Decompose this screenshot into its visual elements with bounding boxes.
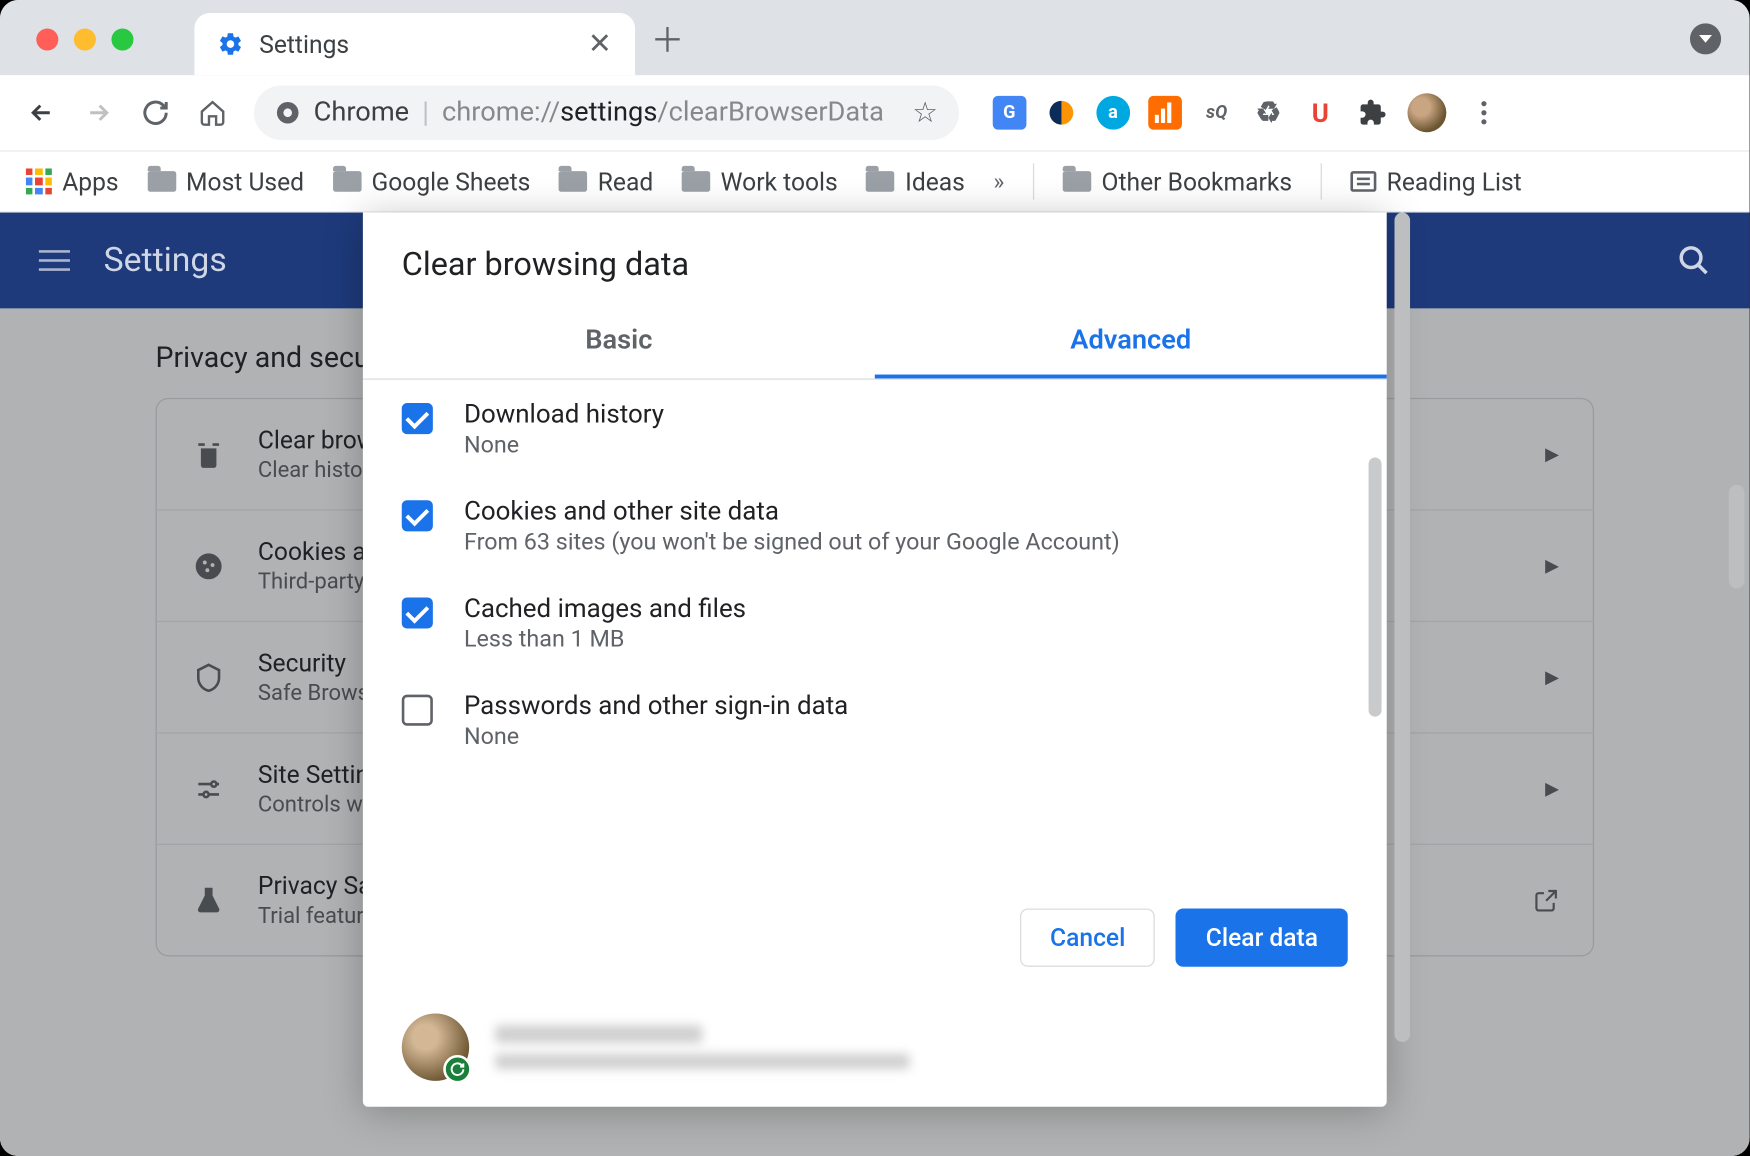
dialog-options: Download historyNone Cookies and other s… bbox=[363, 380, 1387, 883]
tab-list-button[interactable] bbox=[1690, 23, 1721, 54]
new-tab-button[interactable]: ＋ bbox=[651, 14, 685, 75]
option-download-history[interactable]: Download historyNone bbox=[363, 380, 1387, 477]
bookmarks-bar: Apps Most Used Google Sheets Read Work t… bbox=[0, 150, 1750, 212]
redacted-name bbox=[495, 1025, 702, 1043]
checkbox[interactable] bbox=[402, 500, 433, 531]
bookmarks-overflow-button[interactable]: » bbox=[993, 168, 1004, 195]
omnibox-url: chrome://settings/clearBrowserData bbox=[442, 97, 884, 128]
option-cached-files[interactable]: Cached images and filesLess than 1 MB bbox=[363, 574, 1387, 671]
checkbox[interactable] bbox=[402, 403, 433, 434]
home-button[interactable] bbox=[189, 89, 236, 136]
omnibox-origin-label: Chrome bbox=[314, 97, 409, 128]
bookmark-star-button[interactable]: ☆ bbox=[912, 97, 938, 129]
extensions-button[interactable] bbox=[1355, 96, 1389, 130]
avatar bbox=[402, 1013, 469, 1080]
option-cookies[interactable]: Cookies and other site dataFrom 63 sites… bbox=[363, 477, 1387, 574]
toolbar: Chrome | chrome://settings/clearBrowserD… bbox=[0, 75, 1750, 150]
extension-translate-icon[interactable]: G bbox=[992, 96, 1026, 130]
tab-basic[interactable]: Basic bbox=[363, 307, 875, 378]
page-title: Settings bbox=[104, 241, 227, 280]
extension-analytics-icon[interactable] bbox=[1148, 96, 1182, 130]
address-bar[interactable]: Chrome | chrome://settings/clearBrowserD… bbox=[254, 86, 959, 140]
bookmark-folder[interactable]: Ideas bbox=[866, 167, 965, 197]
bookmark-folder[interactable]: Read bbox=[559, 167, 653, 197]
folder-icon bbox=[559, 171, 588, 192]
extension-similarweb-icon[interactable] bbox=[1044, 96, 1078, 130]
settings-page: Settings Privacy and security Clear brow… bbox=[0, 213, 1750, 1156]
folder-icon bbox=[866, 171, 895, 192]
close-tab-button[interactable]: ✕ bbox=[588, 28, 612, 60]
list-icon bbox=[1350, 171, 1376, 192]
checkbox[interactable] bbox=[402, 695, 433, 726]
gear-icon bbox=[218, 31, 244, 57]
bookmark-folder[interactable]: Google Sheets bbox=[333, 167, 531, 197]
folder-icon bbox=[682, 171, 711, 192]
profile-row bbox=[363, 993, 1387, 1107]
apps-shortcut[interactable]: Apps bbox=[26, 167, 119, 197]
search-button[interactable] bbox=[1677, 244, 1711, 278]
browser-tab[interactable]: Settings ✕ bbox=[194, 13, 635, 75]
extension-recycle-icon[interactable]: ♻ bbox=[1252, 96, 1286, 130]
profile-avatar-button[interactable] bbox=[1407, 93, 1446, 132]
other-bookmarks-button[interactable]: Other Bookmarks bbox=[1063, 167, 1292, 197]
dialog-title: Clear browsing data bbox=[363, 213, 1387, 308]
browser-window: Settings ✕ ＋ Chrome | chrome://settings/… bbox=[0, 0, 1750, 1156]
scrollbar[interactable] bbox=[1394, 213, 1410, 1042]
close-window-button[interactable] bbox=[36, 29, 58, 51]
maximize-window-button[interactable] bbox=[111, 29, 133, 51]
menu-button[interactable] bbox=[39, 250, 70, 271]
option-passwords[interactable]: Passwords and other sign-in dataNone bbox=[363, 671, 1387, 768]
chevron-down-icon bbox=[1690, 23, 1721, 54]
cancel-button[interactable]: Cancel bbox=[1020, 908, 1155, 966]
tab-title: Settings bbox=[259, 29, 349, 59]
dialog-actions: Cancel Clear data bbox=[363, 883, 1387, 993]
clear-data-button[interactable]: Clear data bbox=[1176, 908, 1348, 966]
bookmark-folder[interactable]: Work tools bbox=[682, 167, 838, 197]
redacted-email bbox=[495, 1054, 910, 1070]
reading-list-button[interactable]: Reading List bbox=[1350, 167, 1521, 197]
forward-button[interactable] bbox=[75, 89, 122, 136]
reload-button[interactable] bbox=[132, 89, 179, 136]
scrollbar[interactable] bbox=[1369, 457, 1382, 716]
extension-u-icon[interactable]: U bbox=[1303, 96, 1337, 130]
browser-menu-button[interactable] bbox=[1464, 101, 1503, 124]
extension-sq-icon[interactable]: sQ bbox=[1200, 96, 1234, 130]
bookmark-folder[interactable]: Most Used bbox=[147, 167, 304, 197]
page-scrollbar[interactable] bbox=[1729, 485, 1745, 589]
folder-icon bbox=[333, 171, 362, 192]
clear-browsing-data-dialog: Clear browsing data Basic Advanced Downl… bbox=[363, 213, 1387, 1107]
dialog-tabs: Basic Advanced bbox=[363, 307, 1387, 380]
extension-amazon-icon[interactable]: a bbox=[1096, 96, 1130, 130]
checkbox[interactable] bbox=[402, 597, 433, 628]
extensions-area: G a sQ ♻ U bbox=[992, 93, 1503, 132]
chrome-icon bbox=[275, 100, 301, 126]
titlebar: Settings ✕ ＋ bbox=[0, 0, 1750, 75]
apps-icon bbox=[26, 168, 52, 194]
folder-icon bbox=[147, 171, 176, 192]
minimize-window-button[interactable] bbox=[74, 29, 96, 51]
back-button[interactable] bbox=[18, 89, 65, 136]
sync-icon bbox=[443, 1055, 472, 1084]
window-controls bbox=[36, 29, 133, 51]
tab-advanced[interactable]: Advanced bbox=[875, 307, 1387, 378]
folder-icon bbox=[1063, 171, 1092, 192]
